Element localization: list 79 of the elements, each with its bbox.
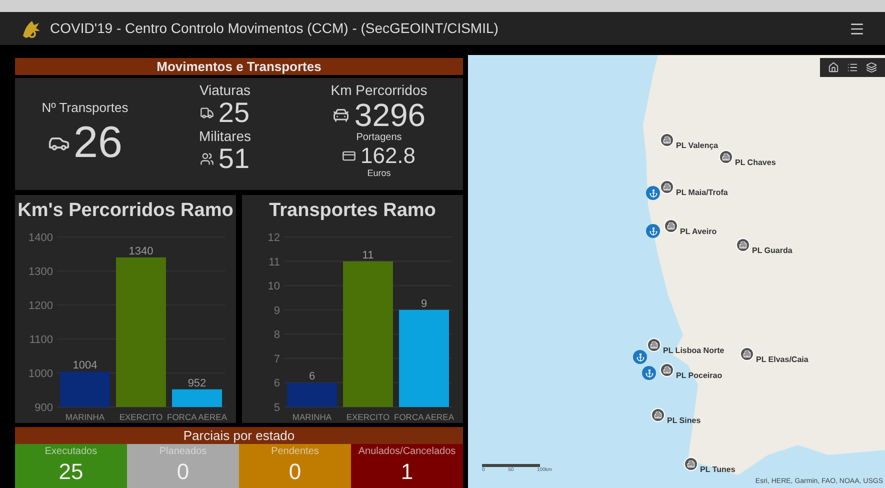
- stat-value: 3296: [354, 98, 426, 132]
- stat-value: 26: [74, 118, 122, 168]
- bar: [286, 382, 336, 407]
- stat-value: 51: [218, 144, 250, 174]
- axis-tick-label: 900: [34, 402, 52, 414]
- axis-tick-label: 11: [268, 256, 280, 268]
- building-marker-icon[interactable]: [684, 457, 698, 471]
- marker-label: PL Tunes: [700, 464, 736, 476]
- bar: [172, 388, 222, 407]
- anchor-marker-icon[interactable]: [646, 224, 660, 238]
- axis-category-label: FORCA AEREA: [394, 412, 454, 422]
- section-title: Movimentos e Transportes: [15, 58, 463, 75]
- anchor-marker-icon[interactable]: [633, 350, 647, 364]
- bar: [60, 371, 110, 407]
- menu-icon[interactable]: [849, 20, 865, 36]
- stat-label: Portagens: [356, 132, 402, 144]
- stat-label: Nº Transportes: [42, 99, 128, 117]
- chart-title: Km's Percorridos Ramo: [18, 198, 234, 223]
- axis-tick-label: 10: [267, 280, 280, 292]
- marker-label: PL Aveiro: [680, 226, 717, 238]
- stat-label: Viaturas: [199, 82, 251, 98]
- building-marker-icon[interactable]: [660, 363, 674, 377]
- truck-icon: [200, 106, 214, 120]
- scale-bar: [482, 464, 540, 466]
- bar-value-label: 952: [187, 376, 206, 389]
- car-icon: [332, 106, 350, 124]
- marker-label: PL Maia/Trofa: [676, 187, 728, 199]
- marker-label: PL Poceirao: [676, 370, 722, 382]
- status-value: 1: [400, 460, 414, 484]
- bar-value-label: 6: [308, 370, 315, 382]
- axis-tick-label: 1200: [28, 300, 52, 312]
- marker-label: PL Valença: [676, 140, 718, 152]
- marker-label: PL Guarda: [752, 245, 792, 257]
- axis-category-label: MARINHA: [64, 412, 104, 422]
- axis-category-label: EXERCITO: [118, 412, 162, 422]
- building-marker-icon[interactable]: [647, 338, 661, 352]
- stat-value: 162.8: [360, 144, 416, 168]
- stat-label: Militares: [198, 128, 252, 144]
- axis-tick-label: 9: [273, 304, 280, 316]
- layers-icon[interactable]: [866, 62, 877, 73]
- marker-label: PL Sines: [667, 415, 701, 427]
- axis-category-label: FORCA AEREA: [166, 412, 226, 422]
- list-icon[interactable]: [847, 62, 858, 73]
- building-marker-icon[interactable]: [651, 408, 665, 422]
- status-label: Pendentes: [271, 444, 319, 459]
- axis-tick-label: 1400: [28, 232, 52, 244]
- marker-label: PL Lisboa Norte: [663, 345, 724, 357]
- axis-category-label: MARINHA: [292, 412, 332, 422]
- status-value: 0: [176, 460, 190, 484]
- axis-tick-label: 1100: [28, 334, 52, 346]
- stat-unit: Euros: [367, 168, 391, 178]
- axis-tick-label: 1300: [28, 266, 52, 278]
- card-icon: [342, 149, 356, 163]
- status-value: 25: [58, 460, 84, 484]
- status-label: Executados: [44, 444, 98, 459]
- status-label: Anulados/Cancelados: [358, 444, 456, 459]
- stat-value: 25: [218, 98, 250, 128]
- status-title: Parciais por estado: [15, 426, 463, 444]
- header-title: COVID'19 - Centro Controlo Movimentos (CCM) - (SecGEOINT/CISMIL): [50, 19, 500, 38]
- bar-value-label: 11: [362, 248, 374, 261]
- bar-value-label: 9: [420, 297, 427, 310]
- axis-tick-label: 6: [273, 377, 280, 390]
- bar-value-label: 1004: [72, 359, 97, 372]
- status-value: 0: [288, 460, 302, 484]
- people-icon: [200, 152, 214, 166]
- marker-label: PL Elvas/Caia: [756, 354, 808, 366]
- axis-category-label: EXERCITO: [346, 412, 390, 422]
- home-icon[interactable]: [828, 62, 839, 73]
- anchor-marker-icon[interactable]: [646, 186, 660, 200]
- axis-tick-label: 5: [273, 402, 280, 414]
- axis-tick-label: 8: [273, 328, 280, 341]
- marker-label: PL Chaves: [735, 157, 776, 169]
- stat-label: Km Percorridos: [330, 82, 428, 98]
- axis-tick-label: 7: [273, 353, 280, 365]
- chart-title: Transportes Ramo: [269, 198, 436, 223]
- bar-value-label: 1340: [128, 244, 153, 257]
- axis-tick-label: 1000: [28, 368, 52, 380]
- axis-tick-label: 12: [267, 232, 280, 244]
- anchor-marker-icon[interactable]: [642, 366, 656, 380]
